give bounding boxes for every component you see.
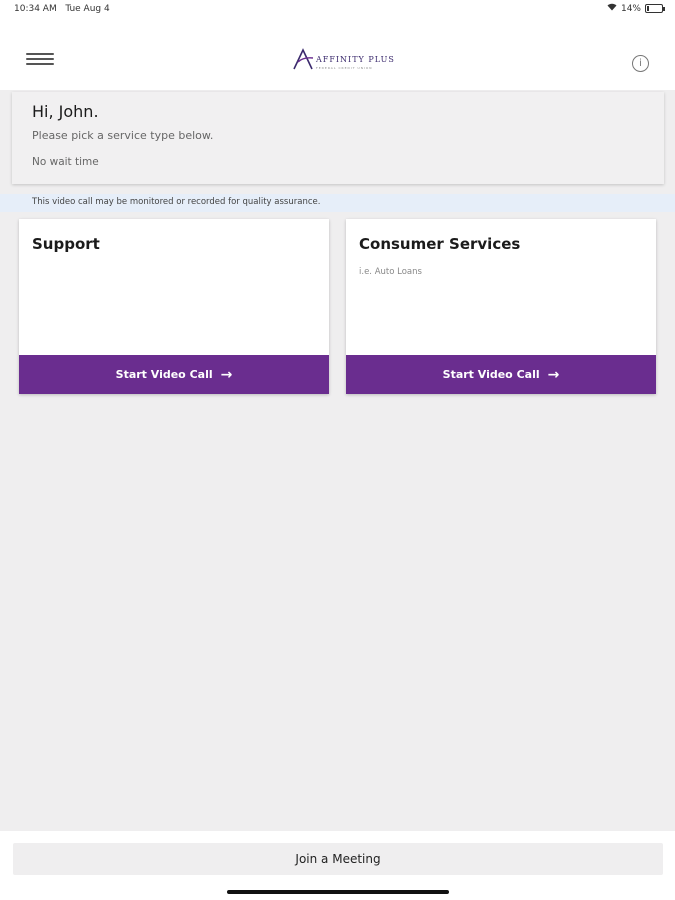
- brand-logo: AFFINITY PLUS FEDERAL CREDIT UNION: [292, 48, 395, 70]
- logo-mark-icon: [293, 48, 314, 70]
- button-label: Start Video Call: [442, 368, 540, 381]
- status-indicators: 14%: [607, 3, 665, 14]
- clock: 10:34 AM: [14, 4, 57, 14]
- service-title: Support: [32, 235, 100, 253]
- start-video-call-button[interactable]: Start Video Call →: [346, 355, 656, 394]
- service-title: Consumer Services: [359, 235, 521, 253]
- wifi-icon: [607, 3, 617, 14]
- service-card-consumer-services: Consumer Services i.e. Auto Loans Start …: [346, 219, 656, 394]
- app-header: AFFINITY PLUS FEDERAL CREDIT UNION i: [0, 20, 675, 90]
- logo-subtext: FEDERAL CREDIT UNION: [316, 66, 373, 70]
- greeting-card: Hi, John. Please pick a service type bel…: [12, 92, 664, 184]
- recording-notice: This video call may be monitored or reco…: [0, 194, 675, 212]
- arrow-right-icon: →: [547, 366, 560, 383]
- logo-text: AFFINITY PLUS: [316, 55, 395, 64]
- footer: Join a Meeting: [0, 831, 675, 900]
- battery-percent: 14%: [620, 3, 641, 14]
- greeting-title: Hi, John.: [32, 102, 99, 121]
- join-meeting-button[interactable]: Join a Meeting: [13, 843, 663, 875]
- wait-time-label: No wait time: [32, 156, 99, 168]
- arrow-right-icon: →: [220, 366, 233, 383]
- service-card-support: Support Start Video Call →: [19, 219, 329, 394]
- button-label: Start Video Call: [115, 368, 213, 381]
- greeting-subtitle: Please pick a service type below.: [32, 129, 214, 142]
- status-bar: 10:34 AM Tue Aug 4 14%: [0, 0, 675, 20]
- logo-wordmark: AFFINITY PLUS FEDERAL CREDIT UNION: [316, 55, 395, 71]
- start-video-call-button[interactable]: Start Video Call →: [19, 355, 329, 394]
- info-icon[interactable]: i: [632, 55, 649, 72]
- date: Tue Aug 4: [65, 4, 110, 14]
- battery-icon: [645, 4, 665, 13]
- service-description: i.e. Auto Loans: [359, 267, 422, 277]
- hamburger-menu-icon[interactable]: [26, 53, 54, 67]
- home-indicator[interactable]: [227, 890, 449, 894]
- battery-fill: [647, 6, 650, 11]
- status-time: 10:34 AM Tue Aug 4: [14, 4, 110, 14]
